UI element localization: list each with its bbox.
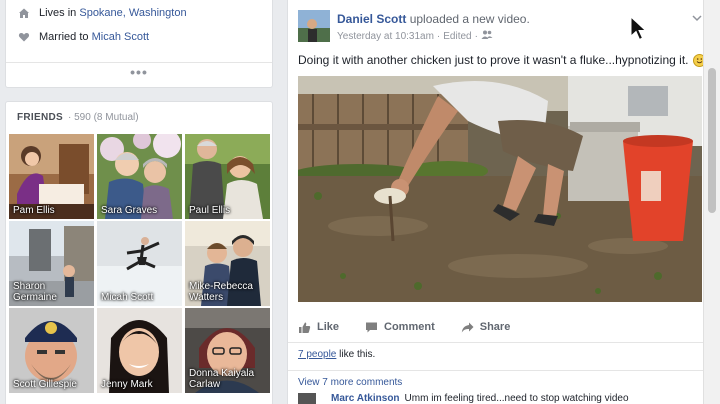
friend-name: Sharon Germaine	[13, 281, 57, 303]
audience-friends-icon[interactable]	[481, 30, 493, 42]
heart-icon	[18, 31, 30, 43]
commenter-name-link[interactable]: Marc Atkinson	[331, 393, 400, 404]
share-icon	[461, 321, 474, 334]
post-meta: Yesterday at 10:31am · Edited ·	[337, 30, 493, 42]
friend-name: Pam Ellis	[13, 205, 55, 216]
comment-icon	[365, 321, 378, 334]
comment-item: Marc Atkinson Umm im feeling tired...nee…	[298, 393, 629, 404]
author-avatar[interactable]	[298, 10, 330, 42]
likes-suffix: like this.	[339, 349, 376, 360]
more-intro-button[interactable]: •••	[6, 62, 272, 80]
like-label: Like	[317, 321, 340, 333]
post-message: Doing it with another chicken just to pr…	[298, 53, 689, 67]
spouse-link[interactable]: Micah Scott	[92, 31, 149, 43]
friend-tile[interactable]: Donna Kaiyala Carlaw	[185, 308, 270, 393]
commenter-avatar[interactable]	[298, 393, 316, 404]
post-action-text: uploaded a new video.	[409, 12, 530, 26]
likers-link[interactable]: 7 people	[298, 349, 336, 360]
married-row: Married to Micah Scott	[18, 31, 149, 43]
friend-name: Paul Ellis	[189, 205, 231, 216]
comment-text: Umm im feeling tired...need to stop watc…	[404, 393, 629, 404]
friends-card: FRIENDS · 590 (8 Mutual) Pam Ellis Sara …	[5, 101, 273, 404]
home-icon	[18, 7, 30, 19]
post-text: Doing it with another chicken just to pr…	[298, 53, 706, 67]
share-label: Share	[479, 321, 511, 333]
post-actions-bar: Like Comment Share	[298, 316, 702, 338]
post-card: Daniel Scott uploaded a new video. Yeste…	[287, 0, 715, 404]
lives-in-label: Lives in	[39, 7, 77, 19]
lives-in-row: Lives in Spokane, Washington	[18, 7, 187, 19]
friend-name: Scott Gillespie	[13, 379, 77, 390]
video-player[interactable]	[298, 76, 702, 302]
friend-tile[interactable]: Sara Graves	[97, 134, 182, 219]
friend-name: Donna Kaiyala Carlaw	[189, 368, 255, 390]
meta-separator: ·	[436, 30, 441, 42]
mouse-cursor-icon	[630, 16, 647, 41]
friends-grid: Pam Ellis Sara Graves Paul Ellis Sharon …	[9, 134, 271, 393]
view-more-comments-link[interactable]: View 7 more comments	[288, 370, 714, 394]
friend-tile[interactable]: Mike-Rebecca Watters	[185, 221, 270, 306]
view-more-comments-label: View 7 more comments	[298, 377, 403, 388]
friend-name: Mike-Rebecca Watters	[189, 281, 253, 303]
post-timestamp[interactable]: Yesterday at 10:31am	[337, 31, 434, 42]
edited-label[interactable]: Edited	[443, 31, 471, 42]
video-frame	[298, 76, 702, 302]
thumbs-up-icon	[298, 321, 311, 334]
share-button[interactable]: Share	[461, 321, 511, 334]
friend-tile[interactable]: Scott Gillespie	[9, 308, 94, 393]
friend-name: Jenny Mark	[101, 379, 153, 390]
friend-name: Micah Scott	[101, 292, 154, 303]
friend-name: Sara Graves	[101, 205, 158, 216]
likes-summary: 7 people like this.	[288, 342, 714, 366]
friend-tile[interactable]: Jenny Mark	[97, 308, 182, 393]
more-dots-icon: •••	[130, 64, 148, 80]
lives-in-city-link[interactable]: Spokane, Washington	[79, 7, 186, 19]
comment-button[interactable]: Comment	[365, 321, 435, 334]
friends-title[interactable]: FRIENDS	[17, 112, 63, 123]
comment-label: Comment	[384, 321, 435, 333]
meta-separator: ·	[474, 30, 478, 42]
page-scrollbar[interactable]	[703, 0, 720, 404]
friend-tile[interactable]: Paul Ellis	[185, 134, 270, 219]
scrollbar-thumb[interactable]	[708, 68, 716, 213]
like-button[interactable]: Like	[298, 321, 339, 334]
friends-header: FRIENDS · 590 (8 Mutual)	[17, 112, 139, 123]
friends-count: · 590 (8 Mutual)	[68, 112, 139, 123]
friend-tile[interactable]: Micah Scott	[97, 221, 182, 306]
married-label: Married to	[39, 31, 89, 43]
chevron-down-icon[interactable]	[692, 10, 702, 22]
friend-tile[interactable]: Pam Ellis	[9, 134, 94, 219]
intro-card: Lives in Spokane, Washington Married to …	[5, 0, 273, 88]
author-name-link[interactable]: Daniel Scott	[337, 12, 406, 26]
friend-tile[interactable]: Sharon Germaine	[9, 221, 94, 306]
post-header: Daniel Scott uploaded a new video.	[337, 12, 530, 26]
